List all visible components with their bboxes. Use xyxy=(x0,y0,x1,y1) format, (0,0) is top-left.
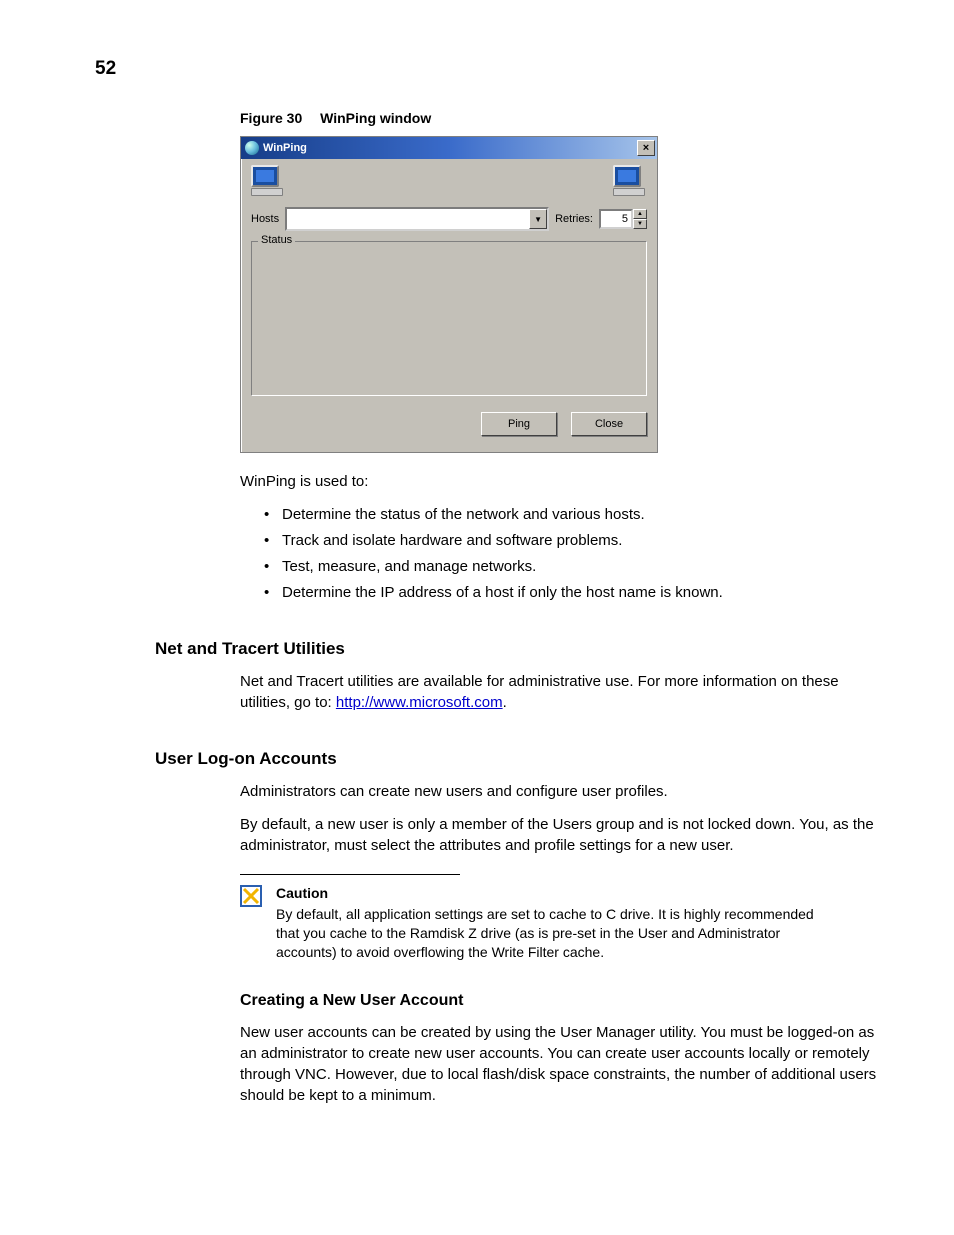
target-computer-icon xyxy=(613,165,647,195)
list-item: Test, measure, and manage networks. xyxy=(264,556,889,577)
intro-line: WinPing is used to: xyxy=(240,471,889,492)
list-item: Track and isolate hardware and software … xyxy=(264,530,889,551)
bullet-list: Determine the status of the network and … xyxy=(244,504,889,603)
status-group: Status xyxy=(251,241,647,396)
spin-up-icon[interactable]: ▲ xyxy=(633,209,647,219)
net-text-after: . xyxy=(503,694,507,711)
figure-title: WinPing window xyxy=(320,110,431,126)
chevron-down-icon[interactable]: ▼ xyxy=(529,209,547,229)
net-paragraph: Net and Tracert utilities are available … xyxy=(240,671,889,713)
section-heading-net: Net and Tracert Utilities xyxy=(155,639,889,659)
page-number: 52 xyxy=(95,58,889,80)
caution-block: Caution By default, all application sett… xyxy=(240,885,820,962)
list-item: Determine the status of the network and … xyxy=(264,504,889,525)
retries-stepper[interactable]: ▲ ▼ xyxy=(599,209,647,229)
spin-down-icon[interactable]: ▼ xyxy=(633,219,647,229)
status-label: Status xyxy=(258,234,295,246)
section-heading-create: Creating a New User Account xyxy=(240,992,889,1010)
close-button[interactable]: Close xyxy=(571,412,647,436)
user-p1: Administrators can create new users and … xyxy=(240,781,889,802)
caution-rule xyxy=(240,874,460,875)
user-p2: By default, a new user is only a member … xyxy=(240,814,889,856)
caution-icon xyxy=(240,885,262,907)
hosts-label: Hosts xyxy=(251,213,279,225)
figure-caption: Figure 30 WinPing window xyxy=(240,110,889,126)
app-icon xyxy=(245,141,259,155)
titlebar: WinPing × xyxy=(241,137,657,159)
figure-label: Figure 30 xyxy=(240,110,302,126)
section-heading-user: User Log-on Accounts xyxy=(155,749,889,769)
hosts-input[interactable] xyxy=(287,209,529,229)
create-p1: New user accounts can be created by usin… xyxy=(240,1022,889,1106)
close-icon[interactable]: × xyxy=(637,140,655,156)
source-computer-icon xyxy=(251,165,285,195)
retries-input[interactable] xyxy=(599,209,633,229)
caution-body: By default, all application settings are… xyxy=(276,905,820,962)
hosts-combobox[interactable]: ▼ xyxy=(285,207,549,231)
caution-title: Caution xyxy=(276,885,820,901)
retries-label: Retries: xyxy=(555,213,593,225)
net-text-before: Net and Tracert utilities are available … xyxy=(240,673,839,711)
window-title: WinPing xyxy=(263,142,307,154)
winping-window: WinPing × Hosts ▼ xyxy=(240,136,658,453)
list-item: Determine the IP address of a host if on… xyxy=(264,582,889,603)
ping-button[interactable]: Ping xyxy=(481,412,557,436)
microsoft-link[interactable]: http://www.microsoft.com xyxy=(336,694,503,711)
